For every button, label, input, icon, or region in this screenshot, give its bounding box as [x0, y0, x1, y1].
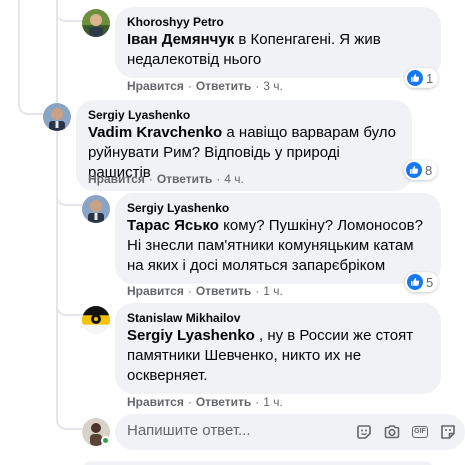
avatar[interactable]	[82, 9, 110, 37]
reply-button[interactable]: Ответить	[196, 395, 251, 409]
reply-button[interactable]: Ответить	[196, 284, 251, 298]
thread-connector	[56, 180, 82, 206]
comment-text: Іван Демянчук в Копенгагені. Я жив недал…	[127, 30, 429, 70]
online-status-indicator	[101, 436, 110, 445]
timestamp[interactable]: 1 ч.	[263, 395, 283, 409]
thread-connector	[18, 0, 44, 115]
reaction-number: 8	[425, 162, 433, 178]
avatar[interactable]	[82, 306, 110, 334]
reaction-count[interactable]: 5	[405, 272, 439, 292]
reaction-number: 5	[426, 274, 434, 290]
emoji-sticker-icon[interactable]	[439, 423, 457, 441]
avatar[interactable]	[82, 195, 110, 223]
sticker-icon[interactable]	[355, 423, 373, 441]
timestamp[interactable]: 4 ч.	[224, 172, 244, 186]
mention-link[interactable]: Vadim Kravchenko	[88, 124, 222, 141]
reply-input[interactable]	[127, 422, 347, 439]
mention-link[interactable]: Тарас Ясько	[127, 217, 219, 234]
comment-author[interactable]: Khoroshyy Petro	[127, 14, 429, 30]
comment-text: Тарас Ясько кому? Пушкіну? Ломоносов? Ні…	[127, 216, 429, 276]
thread-connector	[56, 290, 82, 316]
avatar[interactable]	[43, 103, 71, 131]
reaction-number: 1	[426, 70, 434, 86]
comment-actions: Нравится · Ответить · 1 ч.	[127, 284, 283, 298]
reply-button[interactable]: Ответить	[196, 79, 251, 93]
comment-bubble	[82, 461, 434, 465]
like-icon	[407, 274, 423, 290]
reaction-count[interactable]: 1	[405, 68, 439, 88]
reply-composer[interactable]: GIF	[115, 414, 465, 450]
like-button[interactable]: Нравится	[127, 395, 184, 409]
like-icon	[406, 162, 422, 178]
thread-connector	[56, 0, 82, 22]
comment-author[interactable]: Stanislaw Mikhailov	[127, 310, 429, 326]
reaction-count[interactable]: 8	[404, 160, 438, 180]
mention-link[interactable]: Іван Демянчук	[127, 31, 234, 48]
comment-bubble: Stanislaw Mikhailov Sergiy Lyashenko , н…	[115, 303, 441, 394]
gif-icon[interactable]: GIF	[411, 423, 429, 441]
comment-actions: Нравится · Ответить · 4 ч.	[88, 172, 244, 186]
like-button[interactable]: Нравится	[88, 172, 145, 186]
comment-author[interactable]: Sergiy Lyashenko	[127, 200, 429, 216]
reply-button[interactable]: Ответить	[157, 172, 212, 186]
comment-actions: Нравится · Ответить · 3 ч.	[127, 79, 283, 93]
camera-icon[interactable]	[383, 423, 401, 441]
mention-link[interactable]: Sergiy Lyashenko	[127, 327, 255, 344]
thread-connector	[56, 400, 82, 430]
comment-actions: Нравится · Ответить · 1 ч.	[127, 395, 283, 409]
comment-bubble: Khoroshyy Petro Іван Демянчук в Копенгаг…	[115, 7, 441, 78]
like-button[interactable]: Нравится	[127, 284, 184, 298]
comment-text: Sergiy Lyashenko , ну в России же стоят …	[127, 326, 429, 386]
timestamp[interactable]: 3 ч.	[263, 79, 283, 93]
like-icon	[407, 70, 423, 86]
timestamp[interactable]: 1 ч.	[263, 284, 283, 298]
comment-bubble: Sergiy Lyashenko Тарас Ясько кому? Пушкі…	[115, 193, 441, 284]
thread-line	[56, 0, 58, 420]
like-button[interactable]: Нравится	[127, 79, 184, 93]
comment-author[interactable]: Sergiy Lyashenko	[88, 107, 400, 123]
